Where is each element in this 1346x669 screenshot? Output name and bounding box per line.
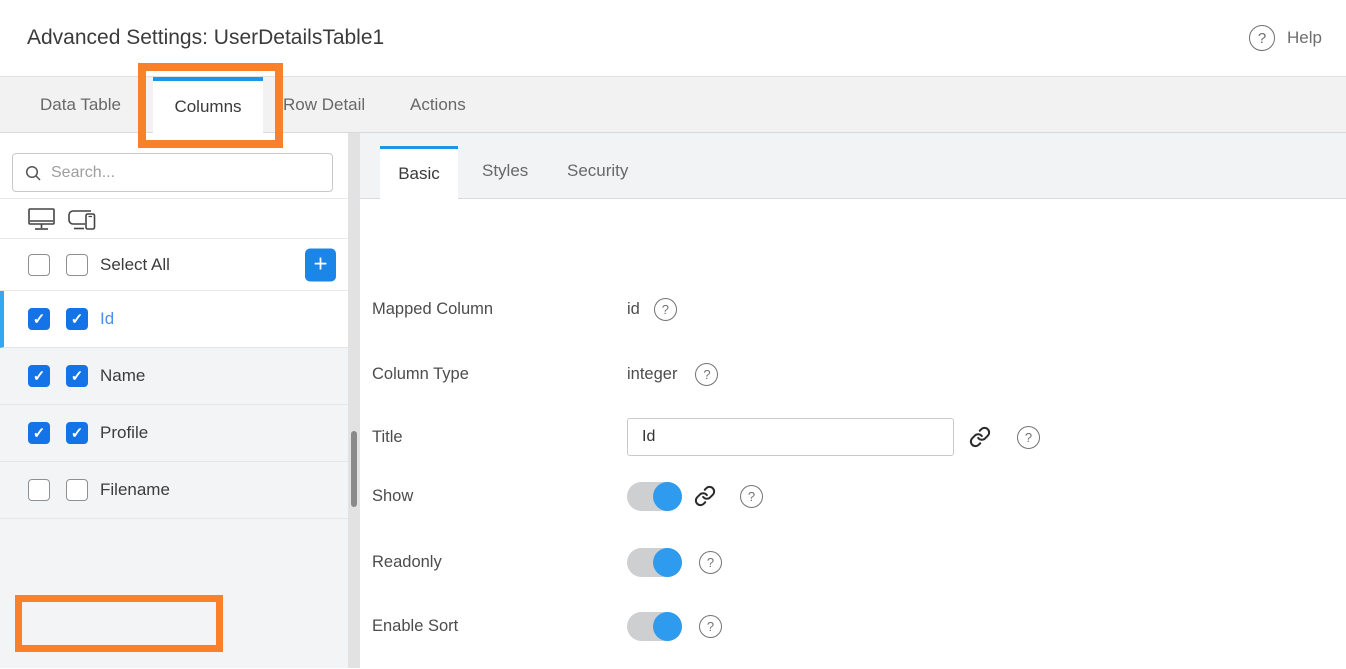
- tab-styles[interactable]: Styles: [482, 146, 528, 198]
- list-item-label: Name: [100, 366, 145, 386]
- tab-basic[interactable]: Basic: [380, 146, 458, 199]
- content-area: Select All + ✓ ✓ Id ✓ ✓ Name ✓ ✓ Profile: [0, 133, 1346, 668]
- title-bind-link-icon[interactable]: [969, 426, 991, 448]
- mobile-devices-icon[interactable]: [67, 206, 99, 232]
- annotation-rectangle-filename: [15, 595, 223, 652]
- id-mobile-checkbox[interactable]: ✓: [66, 308, 88, 330]
- mapped-column-help-icon[interactable]: ?: [654, 298, 677, 321]
- show-toggle-knob: [653, 482, 682, 511]
- dialog-header: Advanced Settings: UserDetailsTable1 ? H…: [0, 0, 1346, 77]
- readonly-row: Readonly ?: [372, 542, 1346, 582]
- readonly-label: Readonly: [372, 553, 627, 572]
- list-item-label: Id: [100, 309, 114, 329]
- enable-sort-label: Enable Sort: [372, 617, 627, 636]
- readonly-toggle-knob: [653, 548, 682, 577]
- list-item-id[interactable]: ✓ ✓ Id: [0, 291, 360, 348]
- readonly-toggle[interactable]: [627, 548, 682, 577]
- show-bind-link-icon[interactable]: [694, 485, 716, 507]
- tab-columns[interactable]: Columns: [153, 77, 263, 133]
- help-question-icon[interactable]: ?: [1249, 25, 1275, 51]
- mapped-column-label: Mapped Column: [372, 300, 627, 319]
- list-item-filename[interactable]: Filename: [0, 462, 360, 519]
- tab-security[interactable]: Security: [567, 146, 628, 198]
- device-filter-row: [0, 199, 360, 239]
- add-column-button[interactable]: +: [305, 248, 336, 281]
- select-all-label: Select All: [100, 255, 170, 275]
- desktop-icon[interactable]: [27, 206, 57, 232]
- title-help-icon[interactable]: ?: [1017, 426, 1040, 449]
- tab-data-table[interactable]: Data Table: [40, 77, 121, 132]
- search-input[interactable]: [51, 164, 320, 182]
- search-box[interactable]: [12, 153, 333, 192]
- name-web-checkbox[interactable]: ✓: [28, 365, 50, 387]
- mapped-column-row: Mapped Column id ?: [372, 289, 1346, 329]
- enable-sort-toggle-knob: [653, 612, 682, 641]
- mapped-column-value: id: [627, 300, 640, 319]
- tab-basic-label: Basic: [398, 164, 440, 184]
- panel-tab-bar: Basic Styles Security: [360, 133, 1346, 199]
- list-item-profile[interactable]: ✓ ✓ Profile: [0, 405, 360, 462]
- help-button[interactable]: ? Help: [1249, 25, 1322, 51]
- show-label: Show: [372, 487, 627, 506]
- select-all-row: Select All +: [0, 239, 360, 291]
- list-item-label: Filename: [100, 480, 170, 500]
- readonly-help-icon[interactable]: ?: [699, 551, 722, 574]
- title-label: Title: [372, 428, 627, 447]
- column-type-help-icon[interactable]: ?: [695, 363, 718, 386]
- title-row: Title ?: [372, 417, 1346, 457]
- enable-sort-row: Enable Sort ?: [372, 606, 1346, 646]
- enable-sort-toggle[interactable]: [627, 612, 682, 641]
- filename-web-checkbox[interactable]: [28, 479, 50, 501]
- enable-sort-help-icon[interactable]: ?: [699, 615, 722, 638]
- select-all-mobile-checkbox[interactable]: [66, 254, 88, 276]
- column-type-row: Column Type integer ?: [372, 354, 1346, 394]
- select-all-web-checkbox[interactable]: [28, 254, 50, 276]
- show-row: Show ?: [372, 476, 1346, 516]
- name-mobile-checkbox[interactable]: ✓: [66, 365, 88, 387]
- column-type-value: integer: [627, 365, 677, 384]
- column-settings-panel: Basic Styles Security Mapped Column id ?…: [360, 133, 1346, 668]
- main-tab-bar: Data Table Columns Row Detail Actions: [0, 77, 1346, 133]
- show-help-icon[interactable]: ?: [740, 485, 763, 508]
- profile-web-checkbox[interactable]: ✓: [28, 422, 50, 444]
- id-web-checkbox[interactable]: ✓: [28, 308, 50, 330]
- tab-row-detail[interactable]: Row Detail: [283, 77, 365, 132]
- search-icon: [25, 165, 41, 181]
- page-title: Advanced Settings: UserDetailsTable1: [27, 26, 384, 50]
- tab-columns-label: Columns: [174, 97, 241, 117]
- column-list: ✓ ✓ Id ✓ ✓ Name ✓ ✓ Profile Filename: [0, 291, 360, 519]
- sidebar-scrollbar-track: [348, 133, 360, 668]
- title-input[interactable]: [627, 418, 954, 456]
- columns-sidebar: Select All + ✓ ✓ Id ✓ ✓ Name ✓ ✓ Profile: [0, 133, 360, 668]
- filename-mobile-checkbox[interactable]: [66, 479, 88, 501]
- sidebar-search-section: [0, 133, 360, 199]
- list-item-label: Profile: [100, 423, 148, 443]
- column-type-label: Column Type: [372, 365, 627, 384]
- sidebar-scrollbar-thumb[interactable]: [351, 431, 357, 507]
- help-label[interactable]: Help: [1287, 28, 1322, 48]
- tab-actions[interactable]: Actions: [410, 77, 466, 132]
- list-item-name[interactable]: ✓ ✓ Name: [0, 348, 360, 405]
- profile-mobile-checkbox[interactable]: ✓: [66, 422, 88, 444]
- show-toggle[interactable]: [627, 482, 682, 511]
